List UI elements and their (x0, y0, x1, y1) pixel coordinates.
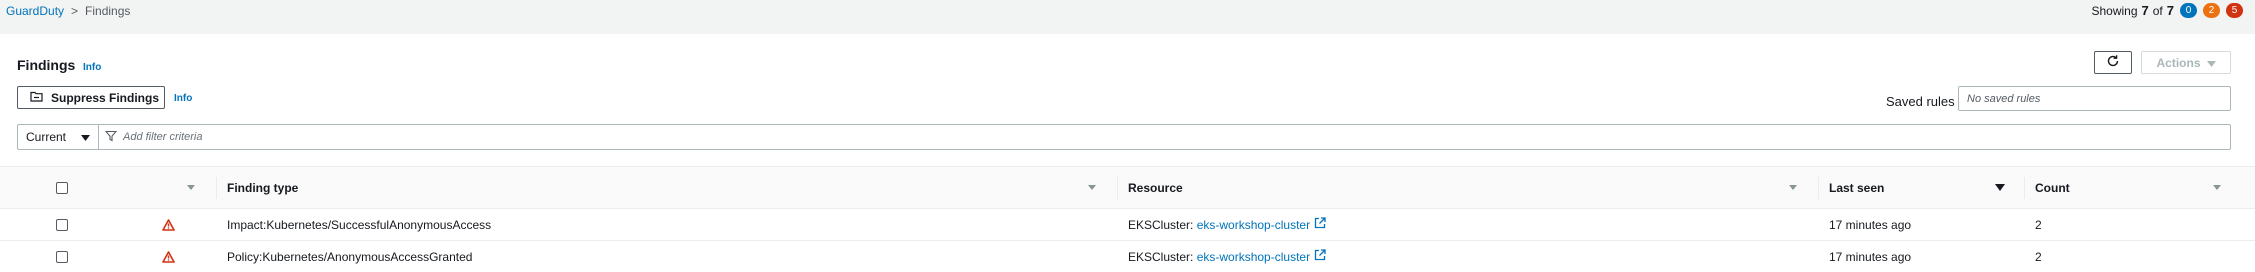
severity-high-icon (162, 241, 175, 272)
low-severity-badge: 0 (2180, 3, 2197, 18)
column-divider (216, 177, 217, 199)
showing-label: Showing (2091, 3, 2138, 18)
saved-rules-select[interactable]: No saved rules (1958, 86, 2231, 111)
last-seen-sort-icon[interactable] (1995, 184, 2005, 191)
column-divider (2024, 177, 2025, 199)
filter-input[interactable]: Add filter criteria (99, 125, 2230, 149)
breadcrumb: GuardDuty > Findings (6, 4, 130, 18)
table-row[interactable]: Policy:Kubernetes/AnonymousAccessGranted… (0, 241, 2255, 272)
findings-panel: Findings Info Suppress Findings Info Act… (0, 34, 2255, 272)
row-checkbox[interactable] (56, 218, 68, 231)
finding-type-cell[interactable]: Impact:Kubernetes/SuccessfulAnonymousAcc… (227, 209, 491, 240)
top-bar: GuardDuty > Findings Showing 7 of 7 0 2 … (0, 0, 2255, 24)
select-all-cell (56, 167, 68, 208)
filter-icon (104, 130, 118, 145)
column-header-count[interactable]: Count (2035, 167, 2070, 208)
table-header: Finding type Resource Last seen Count (0, 166, 2255, 209)
breadcrumb-guardduty-link[interactable]: GuardDuty (6, 4, 64, 18)
column-divider (1117, 177, 1118, 199)
resource-sort-icon[interactable] (1789, 185, 1797, 190)
select-all-checkbox[interactable] (56, 181, 68, 194)
resource-link[interactable]: eks-workshop-cluster (1197, 218, 1310, 232)
chevron-down-icon (2206, 56, 2216, 70)
column-header-last-seen[interactable]: Last seen (1829, 167, 1884, 208)
last-seen-cell: 17 minutes ago (1829, 249, 1912, 264)
resource-cell: EKSCluster: eks-workshop-cluster (1128, 209, 1326, 240)
scope-select[interactable]: Current (18, 125, 99, 149)
count-cell: 2 (2035, 249, 2042, 264)
of-label: of (2152, 3, 2163, 18)
column-header-resource[interactable]: Resource (1128, 167, 1183, 208)
finding-type-sort-icon[interactable] (1088, 185, 1096, 190)
count-sort-icon[interactable] (2213, 185, 2221, 190)
suppress-icon (30, 91, 43, 105)
total-count: 7 (2166, 3, 2174, 18)
column-header-finding-type[interactable]: Finding type (227, 167, 298, 208)
external-link-icon[interactable] (1314, 217, 1326, 232)
external-link-icon[interactable] (1314, 249, 1326, 264)
chevron-down-icon (81, 130, 90, 144)
suppress-info-link[interactable]: Info (174, 93, 192, 104)
actions-button[interactable]: Actions (2141, 51, 2231, 74)
row-checkbox-cell (56, 241, 68, 272)
high-severity-badge: 5 (2226, 3, 2243, 18)
resource-prefix: EKSCluster: (1128, 249, 1194, 264)
saved-rules-label: Saved rules (1886, 94, 1955, 109)
table-row[interactable]: Impact:Kubernetes/SuccessfulAnonymousAcc… (0, 209, 2255, 241)
page-title: Findings (17, 57, 76, 73)
findings-table: Finding type Resource Last seen Count Im… (0, 166, 2255, 272)
filter-bar: Current Add filter criteria (17, 124, 2231, 150)
actions-label: Actions (2156, 55, 2201, 70)
finding-type-cell[interactable]: Policy:Kubernetes/AnonymousAccessGranted (227, 241, 472, 272)
severity-high-icon (162, 209, 175, 240)
breadcrumb-separator: > (71, 4, 79, 18)
refresh-button[interactable] (2094, 51, 2132, 74)
row-checkbox-cell (56, 209, 68, 240)
filter-placeholder: Add filter criteria (123, 131, 203, 143)
severity-sort-icon[interactable] (187, 185, 195, 190)
findings-count-summary: Showing 7 of 7 0 2 5 (2091, 3, 2243, 18)
shown-count: 7 (2141, 3, 2149, 18)
row-checkbox[interactable] (56, 250, 68, 263)
medium-severity-badge: 2 (2203, 3, 2220, 18)
last-seen-cell: 17 minutes ago (1829, 217, 1912, 232)
suppress-findings-label: Suppress Findings (51, 90, 160, 105)
refresh-icon (2106, 54, 2120, 71)
resource-cell: EKSCluster: eks-workshop-cluster (1128, 241, 1326, 272)
count-cell: 2 (2035, 217, 2042, 232)
suppress-findings-button[interactable]: Suppress Findings (17, 86, 165, 109)
column-divider (1818, 177, 1819, 199)
resource-prefix: EKSCluster: (1128, 217, 1194, 232)
breadcrumb-current: Findings (85, 4, 131, 18)
resource-link[interactable]: eks-workshop-cluster (1197, 250, 1310, 264)
title-info-link[interactable]: Info (83, 62, 101, 73)
scope-select-value: Current (26, 130, 67, 144)
